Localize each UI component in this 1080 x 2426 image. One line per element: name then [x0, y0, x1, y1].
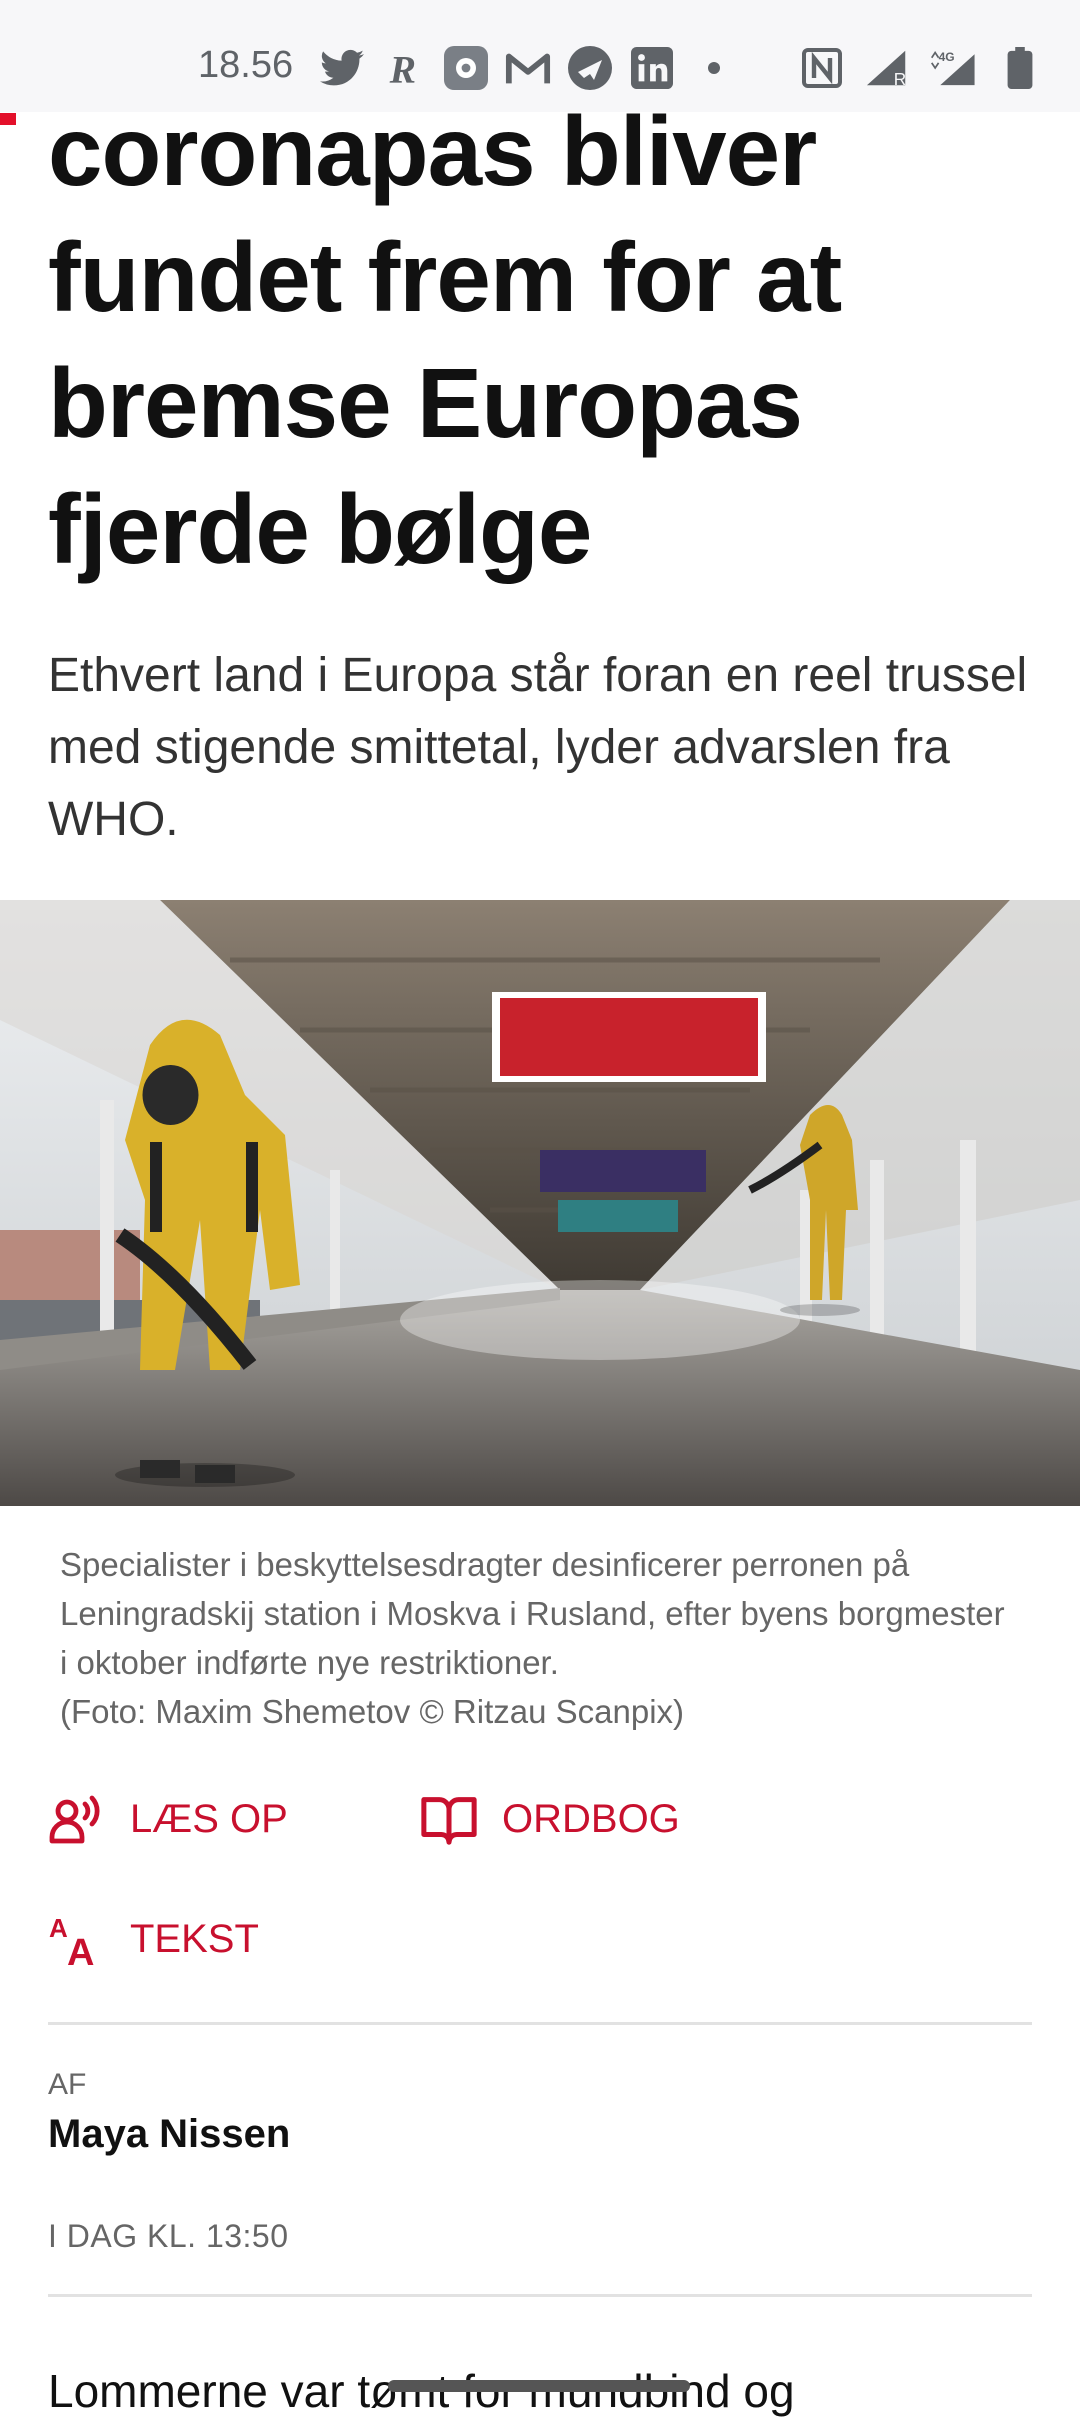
article-subtitle: Ethvert land i Europa står foran en reel… [48, 649, 1028, 846]
home-indicator[interactable] [388, 2380, 690, 2392]
dictionary-button[interactable]: ORDBOG [420, 1790, 680, 1848]
gmail-icon [504, 46, 552, 90]
author-name[interactable]: Maya Nissen [48, 2112, 290, 2157]
caption-text: Specialister i beskyttelsesdragter desin… [60, 1546, 1005, 1681]
notification-icons: R [318, 46, 738, 90]
byline-label: AF [48, 2068, 87, 2101]
speaker-person-icon [48, 1790, 106, 1848]
text-size-button[interactable]: AA TEKST [48, 1910, 259, 1968]
text-size-icon: AA [48, 1910, 106, 1968]
r-app-icon: R [380, 46, 428, 90]
airplane-app-icon [566, 46, 614, 90]
dictionary-label: ORDBOG [502, 1796, 680, 1841]
photo-credit: (Foto: Maxim Shemetov © Ritzau Scanpix) [60, 1693, 685, 1730]
open-book-icon [420, 1790, 478, 1848]
dot-icon [690, 46, 738, 90]
divider [48, 2022, 1032, 2025]
svg-text:A: A [49, 1913, 68, 1943]
read-aloud-button[interactable]: LÆS OP [48, 1790, 288, 1848]
svg-text:A: A [67, 1932, 94, 1967]
image-caption: Specialister i beskyttelsesdragter desin… [60, 1540, 1020, 1736]
system-icons: R 4G [798, 46, 1044, 90]
divider [48, 2294, 1032, 2297]
article-headline: coronapas bliver fundet frem for at brem… [48, 96, 842, 584]
section-accent-mark [0, 113, 16, 125]
battery-icon [996, 46, 1044, 90]
linkedin-icon [628, 46, 676, 90]
nfc-icon [798, 46, 846, 90]
svg-text:R: R [894, 69, 906, 88]
publish-date: I DAG KL. 13:50 [48, 2218, 289, 2254]
settings-app-icon [442, 46, 490, 90]
read-aloud-label: LÆS OP [130, 1796, 288, 1841]
svg-text:R: R [389, 48, 416, 88]
signal-icon: R [864, 46, 912, 90]
status-time: 18.56 [198, 44, 294, 86]
4g-signal-icon: 4G [930, 46, 978, 90]
text-size-label: TEKST [130, 1916, 259, 1961]
article-photo[interactable] [0, 900, 1080, 1506]
twitter-icon [318, 46, 366, 90]
svg-text:4G: 4G [939, 50, 955, 64]
